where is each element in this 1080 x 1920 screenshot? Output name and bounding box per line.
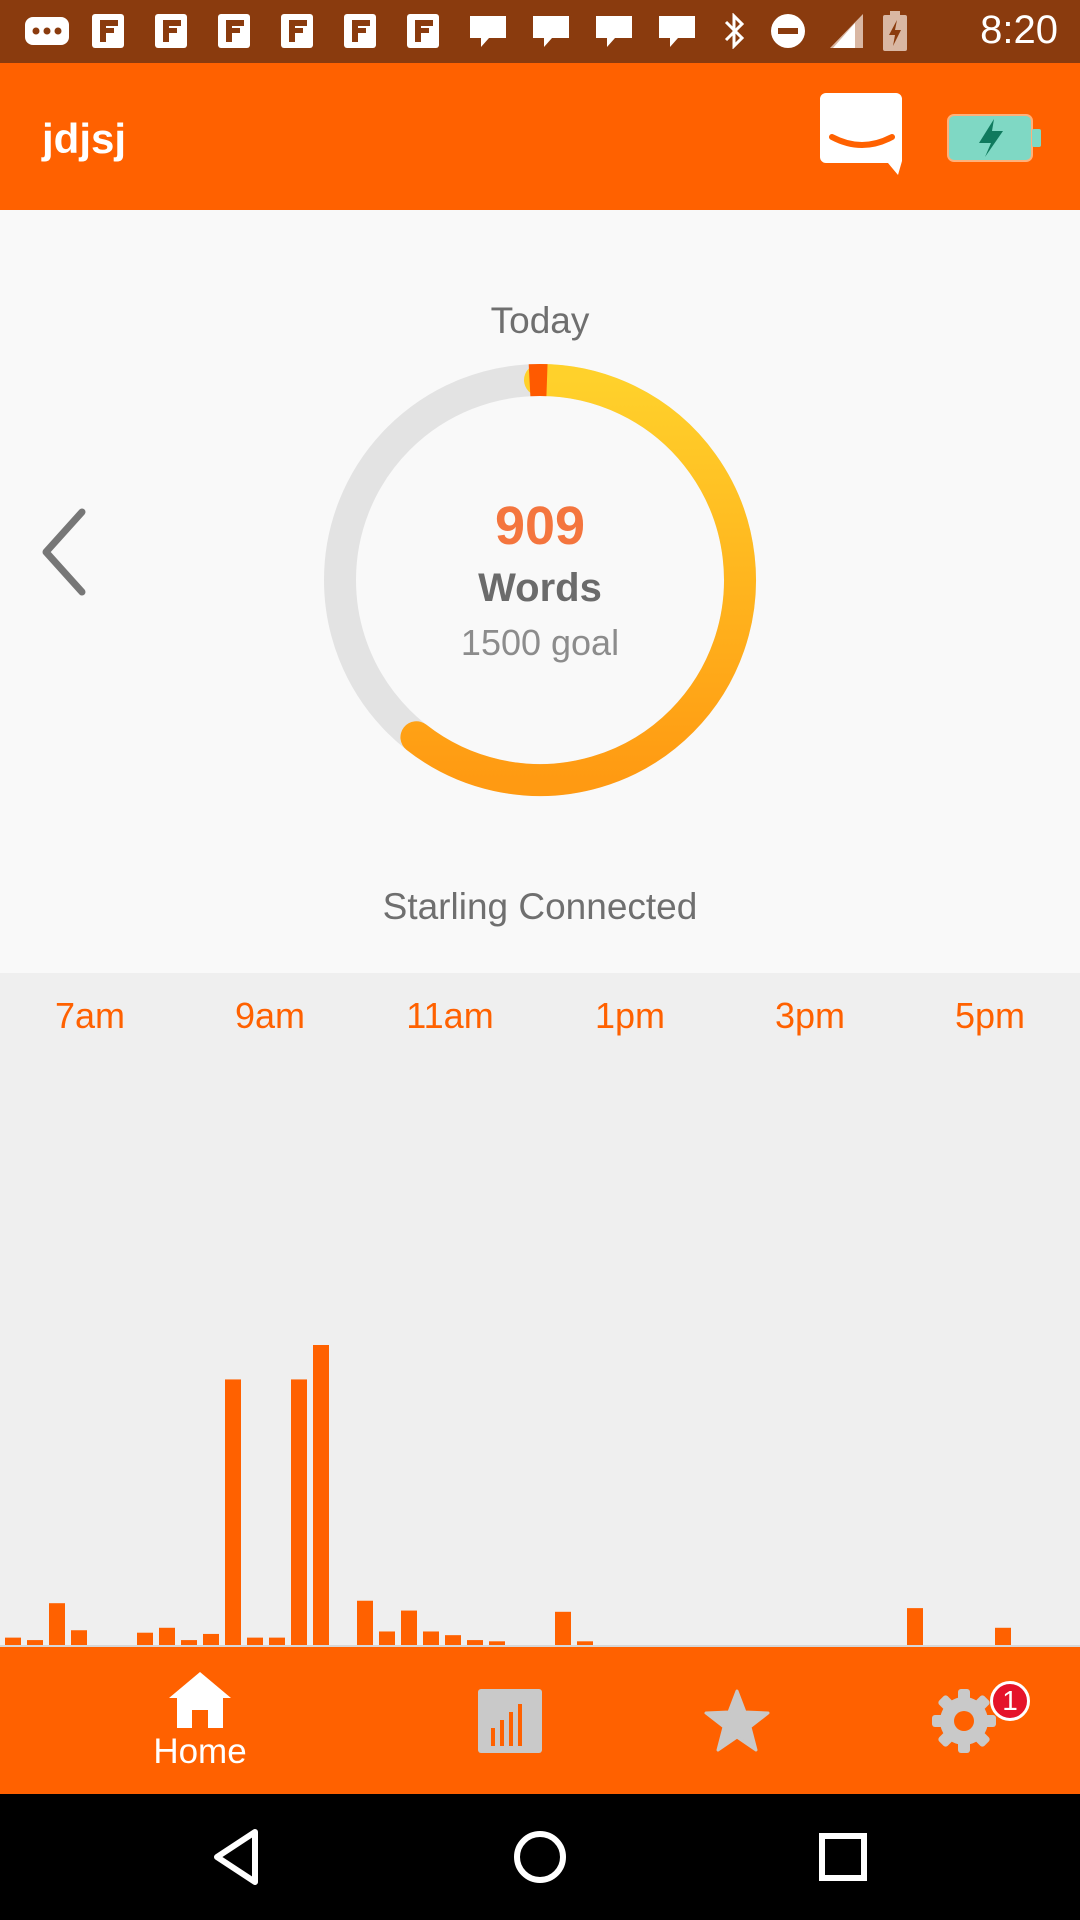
flipboard-icon xyxy=(279,14,315,48)
bar xyxy=(555,1611,571,1645)
bar xyxy=(5,1637,21,1645)
flipboard-icon xyxy=(342,14,378,48)
nav-home-label: Home xyxy=(153,1731,247,1771)
daily-summary-panel: Today 909 Words 1500 goal Starling Conne… xyxy=(0,210,1080,973)
period-label: Today xyxy=(490,300,590,341)
battery-icon xyxy=(880,11,910,51)
bar xyxy=(71,1630,87,1645)
bar xyxy=(269,1637,285,1645)
app-bar: jdjsj xyxy=(0,63,1080,210)
bar xyxy=(225,1379,241,1645)
flipboard-icon xyxy=(216,14,252,48)
bar xyxy=(247,1637,263,1645)
connection-status: Starling Connected xyxy=(382,886,698,927)
chat-bubble-icon xyxy=(657,14,697,48)
signal-icon xyxy=(827,14,867,48)
flipboard-icon xyxy=(405,14,441,48)
bar xyxy=(313,1345,329,1645)
nav-home[interactable]: Home xyxy=(120,1647,280,1794)
messages-icon xyxy=(22,14,72,48)
bar xyxy=(181,1640,197,1645)
back-icon[interactable] xyxy=(205,1824,271,1890)
bar xyxy=(49,1603,65,1645)
bar xyxy=(159,1627,175,1645)
bar xyxy=(401,1610,417,1645)
system-nav-bar xyxy=(0,1794,1080,1920)
bottom-nav: Home 1 xyxy=(0,1647,1080,1794)
bar xyxy=(27,1640,43,1645)
chat-bubble-icon xyxy=(594,14,634,48)
battery-charging-icon[interactable] xyxy=(945,109,1045,169)
gear-icon xyxy=(932,1688,996,1753)
hourly-chart: 7am 9am 11am 1pm 3pm 5pm xyxy=(0,973,1080,1647)
bar-chart xyxy=(0,1345,1080,1647)
star-icon xyxy=(704,1689,770,1751)
flipboard-icon xyxy=(90,14,126,48)
status-bar: 8:20 xyxy=(0,0,1080,63)
nav-settings[interactable] xyxy=(914,1647,1014,1794)
do-not-disturb-icon xyxy=(768,14,808,48)
bar-chart-icon xyxy=(478,1688,542,1753)
nav-stats[interactable] xyxy=(460,1647,560,1794)
flipboard-icon xyxy=(153,14,189,48)
bar xyxy=(357,1600,373,1645)
clock: 8:20 xyxy=(980,8,1058,52)
chat-bubble-icon xyxy=(468,14,508,48)
word-goal: 1500 goal xyxy=(460,622,620,663)
chat-bubble-icon xyxy=(531,14,571,48)
recents-icon[interactable] xyxy=(810,1824,876,1890)
bar xyxy=(489,1641,505,1645)
bar xyxy=(137,1632,153,1645)
chat-icon[interactable] xyxy=(818,89,906,177)
bar xyxy=(379,1631,395,1645)
home-icon xyxy=(169,1671,231,1728)
bar xyxy=(467,1640,483,1645)
bar xyxy=(203,1633,219,1645)
bar xyxy=(577,1641,593,1645)
bar xyxy=(291,1379,307,1645)
previous-day-button[interactable] xyxy=(30,500,100,600)
word-count: 909 xyxy=(494,496,586,556)
bar xyxy=(995,1627,1011,1645)
home-circle-icon[interactable] xyxy=(507,1824,573,1890)
bluetooth-icon xyxy=(720,13,750,49)
bar xyxy=(423,1631,439,1645)
notification-badge: 1 xyxy=(990,1681,1030,1721)
bar xyxy=(445,1635,461,1645)
nav-favorites[interactable] xyxy=(687,1647,787,1794)
word-count-unit: Words xyxy=(478,566,602,610)
chevron-left-icon xyxy=(42,508,86,596)
bar xyxy=(907,1608,923,1645)
device-name: jdjsj xyxy=(42,115,127,162)
